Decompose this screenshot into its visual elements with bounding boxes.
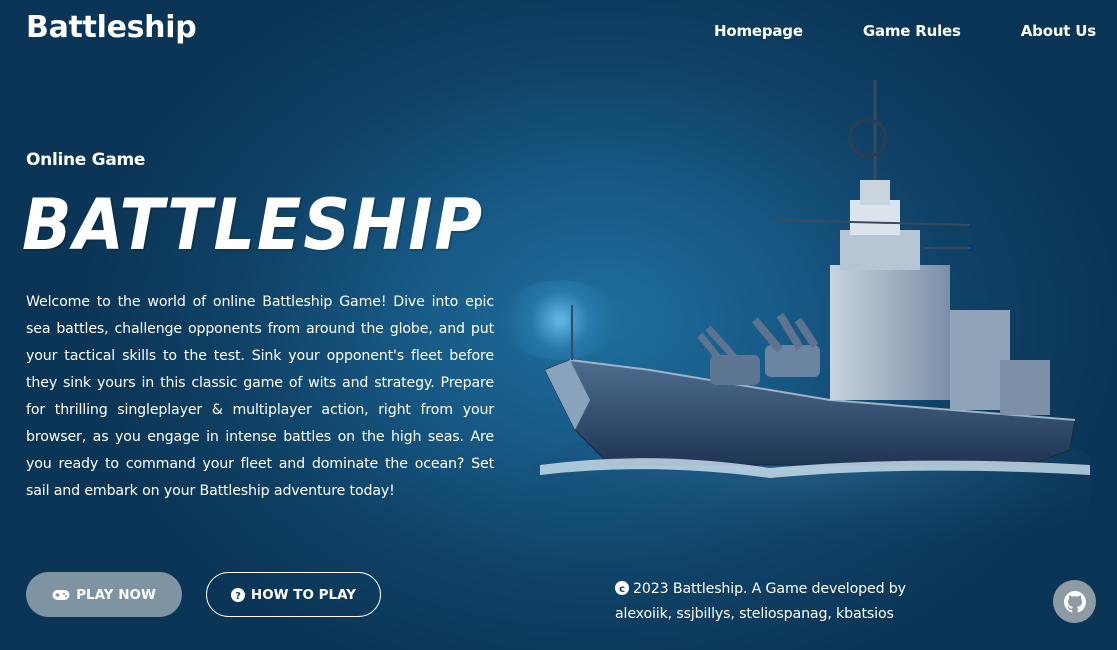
footer-line-1: 2023 Battleship. A Game developed by xyxy=(633,581,906,597)
hero-subtitle: Online Game xyxy=(26,150,146,170)
copyright-icon: c xyxy=(615,581,629,595)
hero-title: BATTLESHIP xyxy=(22,184,484,266)
play-now-label: PLAY NOW xyxy=(76,586,156,603)
question-circle-icon: ? xyxy=(230,587,245,602)
github-icon xyxy=(1063,590,1086,612)
github-button[interactable] xyxy=(1053,580,1096,623)
footer-line-2: alexoiik, ssjbillys, steliospanag, kbats… xyxy=(615,606,894,622)
nav-homepage[interactable]: Homepage xyxy=(714,22,803,40)
play-now-button[interactable]: PLAY NOW xyxy=(26,572,182,617)
nav-game-rules[interactable]: Game Rules xyxy=(863,22,961,40)
how-to-play-label: HOW TO PLAY xyxy=(250,586,357,603)
nav-about-us[interactable]: About Us xyxy=(1021,22,1096,40)
how-to-play-button[interactable]: ? HOW TO PLAY xyxy=(206,572,381,617)
site-logo[interactable]: Battleship xyxy=(26,10,197,45)
battleship-illustration xyxy=(530,80,1090,570)
svg-text:c: c xyxy=(619,584,625,595)
hero-description: Welcome to the world of online Battleshi… xyxy=(26,294,494,499)
gamepad-icon xyxy=(52,589,70,600)
svg-text:?: ? xyxy=(235,591,241,602)
footer-credits: c 2023 Battleship. A Game developed by a… xyxy=(615,577,935,627)
main-nav: Homepage Game Rules About Us xyxy=(714,22,1096,40)
